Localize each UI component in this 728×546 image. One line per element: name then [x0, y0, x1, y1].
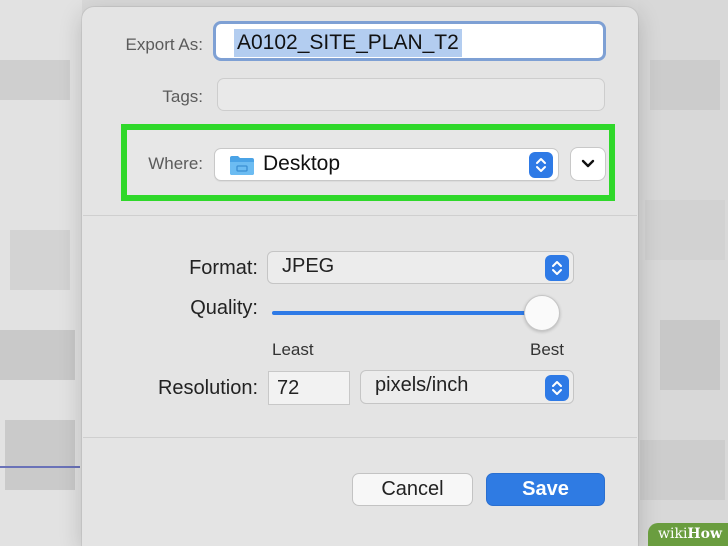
where-label: Where:	[148, 154, 203, 173]
resolution-unit-popup[interactable]: pixels/inch	[360, 370, 574, 404]
divider-bottom	[83, 437, 637, 438]
wikihow-watermark-right: How	[687, 526, 723, 542]
quality-min-label: Least	[272, 340, 314, 359]
divider-top	[83, 215, 637, 216]
resolution-unit-stepper-icon	[545, 375, 569, 401]
format-popup[interactable]: JPEG	[267, 251, 574, 284]
resolution-unit-value: pixels/inch	[375, 374, 469, 396]
export-as-label: Export As:	[125, 35, 203, 54]
expand-dialog-button[interactable]	[570, 147, 606, 181]
resolution-input[interactable]: 72	[268, 371, 350, 405]
format-label: Format:	[189, 257, 258, 279]
wikihow-watermark: wikiHow	[648, 523, 728, 546]
export-name-value: A0102_SITE_PLAN_T2	[234, 29, 462, 57]
where-value: Desktop	[263, 152, 341, 175]
folder-icon	[229, 154, 255, 176]
resolution-value: 72	[277, 377, 300, 399]
quality-label: Quality:	[190, 297, 258, 319]
resolution-label: Resolution:	[157, 377, 258, 399]
format-stepper-icon	[545, 255, 569, 281]
tags-field[interactable]	[217, 78, 605, 111]
wikihow-watermark-left: wiki	[658, 526, 688, 542]
cancel-button[interactable]: Cancel	[352, 473, 473, 506]
quality-max-label: Best	[530, 340, 565, 359]
format-value: JPEG	[282, 255, 335, 277]
export-name-field[interactable]: A0102_SITE_PLAN_T2	[213, 21, 606, 61]
save-button[interactable]: Save	[486, 473, 605, 506]
where-location-popup[interactable]: Desktop	[214, 148, 559, 181]
where-stepper-icon	[529, 152, 553, 178]
quality-slider-track[interactable]	[272, 311, 542, 315]
quality-slider-knob[interactable]	[524, 295, 560, 331]
tags-label: Tags:	[162, 87, 203, 106]
